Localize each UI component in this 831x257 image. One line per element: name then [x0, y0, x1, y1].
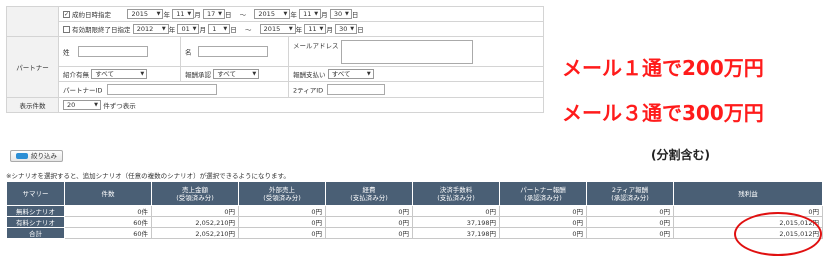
last-name-label: 姓: [63, 48, 70, 57]
contract-to-month-select[interactable]: 11 ▼: [299, 9, 322, 19]
expiry-from-day-select[interactable]: 1 ▼: [208, 24, 231, 34]
referral-select[interactable]: すべて ▼: [91, 69, 148, 79]
last-name-input[interactable]: [77, 46, 148, 57]
expiry-to-year-select[interactable]: 2015 ▼: [259, 24, 296, 34]
contract-to-day-select[interactable]: 30 ▼: [329, 9, 352, 19]
email-cell: メールアドレス: [288, 36, 544, 67]
expiry-to-day-select[interactable]: 30 ▼: [335, 24, 358, 34]
contract-date-label: 成約日時指定: [72, 11, 111, 19]
display-count-select[interactable]: 20 ▼: [63, 100, 101, 110]
filter-button[interactable]: 絞り込み: [10, 150, 63, 162]
col-expenses: 経費 (支払済み分): [325, 181, 413, 206]
expiry-from-month-select[interactable]: 01 ▼: [177, 24, 200, 34]
first-name-input[interactable]: [197, 46, 268, 57]
table-cell: 0円: [151, 205, 239, 217]
table-cell: 0円: [499, 216, 587, 228]
row-label: 無料シナリオ: [6, 205, 65, 217]
reward-approval-label: 報酬承認: [185, 71, 211, 79]
expiry-to-month-select[interactable]: 11 ▼: [304, 24, 327, 34]
row-label: 合計: [6, 227, 65, 239]
table-row: 無料シナリオ 0件 0円 0円 0円 0円 0円 0円 0円: [6, 205, 823, 217]
row-label: 有料シナリオ: [6, 216, 65, 228]
scenario-note: ※シナリオを選択すると、追加シナリオ（任意の複数のシナリオ）が選択できるようにな…: [6, 172, 290, 180]
col-remaining-profit: 残利益: [673, 181, 823, 206]
table-cell: 0件: [64, 205, 152, 217]
contract-to-year-select[interactable]: 2015 ▼: [254, 9, 291, 19]
referral-cell: 紹介有無 すべて ▼: [58, 66, 181, 82]
reward-approval-cell: 報酬承認 すべて ▼: [180, 66, 289, 82]
tier2-id-label: 2ティアID: [293, 86, 324, 95]
tier2-id-input[interactable]: [327, 84, 386, 95]
per-page-label: 件ずつ表示: [103, 102, 136, 110]
table-cell: 0円: [586, 227, 674, 239]
contract-from-year-select[interactable]: 2015 ▼: [127, 9, 164, 19]
last-name-cell: 姓: [58, 36, 181, 67]
expiry-date-row: 有効期限終了日指定 2012 ▼ 年 01 ▼ 月 1 ▼ 日 ～ 2015 ▼ 年 11 ▼ 月 …: [58, 21, 544, 37]
table-row: 合計 60件 2,052,210円 0円 0円 37,198円 0円 0円 2,…: [6, 227, 823, 239]
partner-id-cell: パートナーID: [58, 81, 289, 98]
contract-from-day-select[interactable]: 17 ▼: [202, 9, 225, 19]
partner-id-input[interactable]: [106, 84, 217, 95]
col-external-sales: 外部売上 (受領済み分): [238, 181, 326, 206]
col-partner-reward: パートナー報酬 (承認済み分): [499, 181, 587, 206]
table-cell: 0円: [325, 227, 413, 239]
annotation-line3: (分割含む): [651, 148, 710, 162]
date-label-cell: [6, 6, 59, 37]
table-cell: 2,052,210円: [151, 216, 239, 228]
contract-from-month-select[interactable]: 11 ▼: [172, 9, 195, 19]
summary-table: サマリー 件数 売上金額 (受領済み分) 外部売上 (受領済み分) 経費 (支払済み分…: [6, 181, 823, 239]
annotation-line1: メール１通で200万円: [562, 56, 764, 80]
col-sales: 売上金額 (受領済み分): [151, 181, 239, 206]
table-cell: 0円: [499, 227, 587, 239]
highlight-circle: [734, 212, 822, 256]
table-cell: 37,198円: [412, 216, 500, 228]
reward-approval-select[interactable]: すべて ▼: [213, 69, 260, 79]
tier2-id-cell: 2ティアID: [288, 81, 544, 98]
arrow-right-icon: [16, 153, 28, 159]
reward-payment-cell: 報酬支払い すべて ▼: [288, 66, 544, 82]
table-cell: 60件: [64, 216, 152, 228]
email-textarea[interactable]: [340, 39, 473, 64]
table-cell: 60件: [64, 227, 152, 239]
expiry-date-label: 有効期限終了日指定: [72, 26, 131, 34]
email-label: メールアドレス: [293, 41, 339, 50]
col-payment-fee: 決済手数料 (支払済み分): [412, 181, 500, 206]
table-row: 有料シナリオ 60件 2,052,210円 0円 0円 37,198円 0円 0…: [6, 216, 823, 228]
contract-date-row: ✓ 成約日時指定 2015 ▼ 年 11 ▼ 月 17 ▼ 日 ～ 2015 ▼ 年 11 ▼ 月 3…: [58, 6, 544, 22]
reward-payment-select[interactable]: すべて ▼: [327, 69, 374, 79]
first-name-cell: 名: [180, 36, 289, 67]
table-cell: 0円: [238, 227, 326, 239]
table-cell: 0円: [325, 205, 413, 217]
partner-id-label: パートナーID: [63, 86, 103, 95]
col-count: 件数: [64, 181, 152, 206]
table-cell: 0円: [238, 205, 326, 217]
table-cell: 0円: [325, 216, 413, 228]
table-cell: 0円: [586, 205, 674, 217]
table-cell: 0円: [499, 205, 587, 217]
reward-payment-label: 報酬支払い: [293, 71, 326, 79]
display-count-label: 表示件数: [6, 97, 59, 113]
filter-table: ✓ 成約日時指定 2015 ▼ 年 11 ▼ 月 17 ▼ 日 ～ 2015 ▼ 年 11 ▼ 月 3…: [6, 6, 544, 113]
referral-label: 紹介有無: [63, 71, 89, 79]
summary-header-row: サマリー 件数 売上金額 (受領済み分) 外部売上 (受領済み分) 経費 (支払済み分…: [6, 181, 823, 206]
table-cell: 0円: [238, 216, 326, 228]
col-tier2-reward: 2ティア報酬 (承認済み分): [586, 181, 674, 206]
col-summary: サマリー: [6, 181, 65, 206]
partner-label: パートナー: [6, 36, 59, 98]
table-cell: 0円: [412, 205, 500, 217]
first-name-label: 名: [185, 48, 192, 57]
table-cell: 37,198円: [412, 227, 500, 239]
annotation-line2: メール３通で300万円: [562, 101, 764, 125]
contract-date-checkbox[interactable]: ✓: [63, 10, 70, 18]
table-cell: 2,052,210円: [151, 227, 239, 239]
expiry-date-checkbox[interactable]: [63, 25, 70, 33]
display-count-cell: 20 ▼ 件ずつ表示: [58, 97, 544, 113]
table-cell: 0円: [586, 216, 674, 228]
expiry-from-year-select[interactable]: 2012 ▼: [132, 24, 169, 34]
